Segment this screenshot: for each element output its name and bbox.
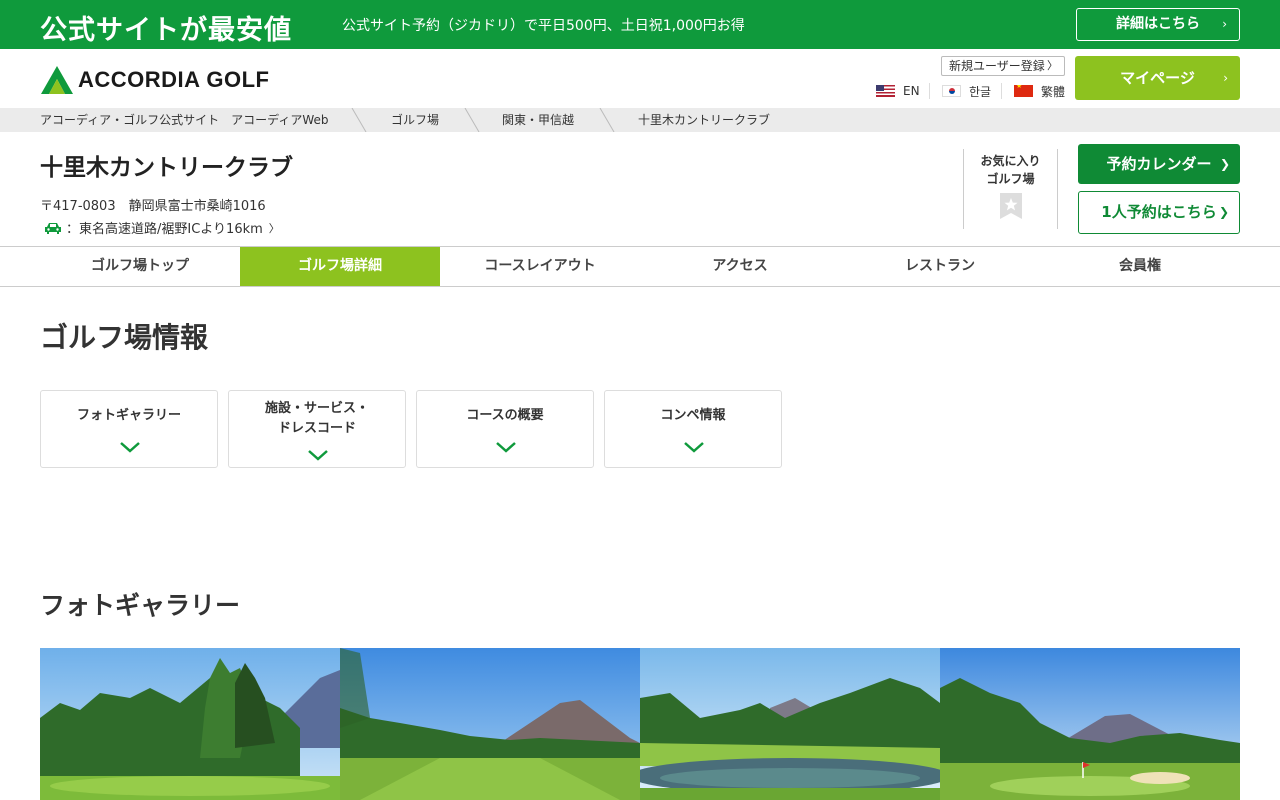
tab-course-layout[interactable]: コースレイアウト: [440, 247, 640, 286]
favorite-label-line2: ゴルフ場: [986, 172, 1035, 186]
accordia-logo-icon: [41, 66, 73, 94]
signup-link[interactable]: 新規ユーザー登録 〉: [941, 56, 1065, 76]
breadcrumb-golf-courses[interactable]: ゴルフ場: [391, 108, 439, 132]
chevron-right-icon: ❯: [1219, 157, 1230, 171]
chevron-right-icon: ›: [1222, 17, 1227, 31]
tw-flag-icon: [1014, 85, 1033, 97]
chevron-down-icon: [496, 442, 516, 453]
card-label: 施設・サービス・: [264, 401, 369, 416]
gallery-photo[interactable]: [40, 648, 340, 800]
promo-banner: 公式サイトが最安値 公式サイト予約（ジカドリ）で平日500円、土日祝1,000円…: [0, 0, 1280, 49]
favorite-label-line1: お気に入り: [980, 154, 1041, 168]
chevron-down-icon: [684, 442, 704, 453]
solo-button-label: 1人予約はこちら: [1101, 203, 1217, 221]
golf-course-photo-4: [940, 648, 1240, 800]
golf-course-photo-1: [40, 648, 340, 800]
chevron-right-icon: ❯: [1218, 205, 1229, 219]
breadcrumb-separator-icon: [599, 108, 615, 132]
chevron-right-icon: 〉: [268, 221, 280, 235]
chevron-down-icon: [120, 442, 140, 453]
breadcrumb-current: 十里木カントリークラブ: [638, 113, 771, 127]
lang-label: 繁體: [1041, 84, 1066, 99]
favorite-button[interactable]: お気に入り ゴルフ場: [963, 149, 1058, 229]
golf-course-photo-3: [640, 648, 940, 800]
car-icon: [45, 222, 61, 234]
tab-golf-course-top[interactable]: ゴルフ場トップ: [40, 247, 240, 286]
divider: [1001, 83, 1002, 99]
course-tabs: ゴルフ場トップ ゴルフ場詳細 コースレイアウト アクセス レストラン 会員権: [0, 246, 1280, 287]
lang-zh-link[interactable]: 繁體: [1014, 83, 1065, 99]
card-label: コースの概要: [466, 408, 544, 423]
divider: [929, 83, 930, 99]
gallery-photo[interactable]: [640, 648, 940, 800]
card-label: コンペ情報: [660, 408, 726, 423]
banner-title: 公式サイトが最安値: [40, 15, 292, 46]
banner-details-button[interactable]: 詳細はこちら ›: [1076, 8, 1240, 41]
gallery-photo[interactable]: [340, 648, 640, 800]
breadcrumb-region[interactable]: 関東・甲信越: [502, 108, 574, 132]
logo-text: ACCORDIA GOLF: [78, 67, 270, 92]
banner-details-label: 詳細はこちら: [1116, 16, 1200, 32]
gallery-title: フォトギャラリー: [40, 591, 241, 620]
lang-en-link[interactable]: EN: [876, 83, 920, 99]
course-name: 十里木カントリークラブ: [40, 155, 293, 181]
banner-subtitle: 公式サイト予約（ジカドリ）で平日500円、土日祝1,000円お得: [342, 18, 745, 34]
info-card-photo-gallery[interactable]: フォトギャラリー: [40, 390, 218, 468]
tab-access[interactable]: アクセス: [640, 247, 840, 286]
access-prefix: ：: [66, 222, 80, 237]
calendar-button-label: 予約カレンダー: [1106, 155, 1212, 173]
tab-membership[interactable]: 会員権: [1040, 247, 1240, 286]
info-card-facilities[interactable]: 施設・サービス・ ドレスコード: [228, 390, 406, 468]
lang-label: 한글: [969, 84, 992, 99]
chevron-right-icon: ›: [1223, 71, 1228, 85]
mypage-button[interactable]: マイページ ›: [1075, 56, 1240, 100]
chevron-down-icon: [308, 450, 328, 461]
info-section-title: ゴルフ場情報: [40, 321, 209, 354]
signup-label: 新規ユーザー登録: [949, 59, 1045, 73]
mypage-label: マイページ: [1120, 69, 1195, 87]
breadcrumb-home[interactable]: アコーディア・ゴルフ公式サイト アコーディアWeb: [40, 108, 328, 132]
info-card-course-overview[interactable]: コースの概要: [416, 390, 594, 468]
tab-golf-course-details[interactable]: ゴルフ場詳細: [240, 247, 440, 286]
golf-course-photo-2: [340, 648, 640, 800]
info-card-competition[interactable]: コンペ情報: [604, 390, 782, 468]
bookmark-star-icon: [1000, 193, 1022, 219]
card-label: ドレスコード: [277, 421, 356, 436]
breadcrumb: アコーディア・ゴルフ公式サイト アコーディアWeb ゴルフ場 関東・甲信越 十里…: [0, 108, 1280, 132]
kr-flag-icon: [942, 85, 961, 97]
card-label: フォトギャラリー: [76, 408, 181, 423]
breadcrumb-separator-icon: [351, 108, 367, 132]
site-logo[interactable]: ACCORDIA GOLF: [40, 64, 269, 96]
chevron-right-icon: 〉: [1047, 59, 1058, 72]
lang-ko-link[interactable]: 한글: [942, 83, 991, 99]
access-text: 東名高速道路/裾野ICより16km: [79, 222, 263, 237]
breadcrumb-separator-icon: [464, 108, 480, 132]
tab-restaurant[interactable]: レストラン: [840, 247, 1040, 286]
course-access-link[interactable]: ： 東名高速道路/裾野ICより16km 〉: [44, 218, 280, 237]
us-flag-icon: [876, 85, 895, 97]
gallery-photo[interactable]: [940, 648, 1240, 800]
course-address: 〒417-0803 静岡県富士市桑崎1016: [40, 199, 266, 214]
solo-reservation-button[interactable]: 1人予約はこちら ❯: [1078, 191, 1240, 234]
reservation-calendar-button[interactable]: 予約カレンダー ❯: [1078, 144, 1240, 184]
lang-label: EN: [903, 84, 920, 98]
